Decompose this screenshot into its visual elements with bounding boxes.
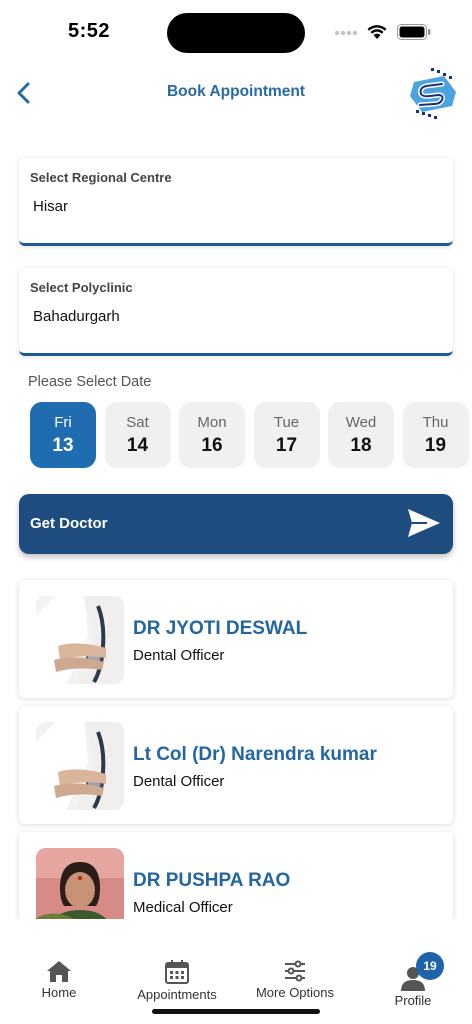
profile-notification-badge: 19	[416, 952, 444, 980]
date-section-label: Please Select Date	[28, 374, 152, 390]
regional-centre-select[interactable]: Select Regional Centre Hisar	[19, 158, 453, 246]
home-icon	[47, 961, 71, 982]
date-chip-thu-19[interactable]: Thu 19	[402, 402, 469, 468]
book-appointment-screen: 5:52 Book Appointment Select Regional Ce…	[0, 0, 472, 1024]
nav-appointments-label: Appointments	[137, 987, 217, 1002]
status-time: 5:52	[68, 20, 111, 42]
nav-home-label: Home	[41, 985, 77, 1000]
get-doctor-button[interactable]: Get Doctor	[19, 494, 453, 554]
cellular-signal-icon	[334, 30, 358, 36]
date-chip-wed-18[interactable]: Wed 18	[328, 402, 394, 468]
doctor-photo	[36, 848, 124, 919]
app-logo	[410, 68, 456, 119]
doctor-name: DR JYOTI DESWAL	[133, 618, 308, 639]
nav-appointments[interactable]: Appointments	[132, 959, 222, 1002]
doctor-list: DR JYOTI DESWAL Dental Officer Lt Col (D…	[0, 572, 472, 919]
doctor-role: Medical Officer	[133, 899, 233, 916]
date-chip-day: 16	[201, 435, 223, 456]
date-chip-day: 14	[126, 435, 149, 456]
doctor-role: Dental Officer	[133, 647, 225, 664]
date-chip-weekday: Tue	[273, 414, 300, 431]
date-chip-weekday: Sat	[126, 414, 149, 431]
doctor-card[interactable]: Lt Col (Dr) Narendra kumar Dental Office…	[19, 706, 453, 824]
date-chip-day: 19	[424, 435, 447, 456]
date-chip-weekday: Fri	[54, 414, 72, 431]
battery-icon	[397, 24, 431, 40]
doctor-photo	[36, 722, 124, 810]
date-chip-fri-13[interactable]: Fri 13	[30, 402, 96, 468]
sliders-icon	[285, 960, 305, 982]
date-chip-tue-17[interactable]: Tue 17	[253, 402, 320, 468]
doctor-card[interactable]: DR PUSHPA RAO Medical Officer	[19, 832, 453, 919]
polyclinic-label: Select Polyclinic	[30, 280, 133, 295]
nav-more-options[interactable]: More Options	[250, 959, 340, 1000]
nav-home[interactable]: Home	[30, 959, 88, 1000]
date-chip-mon-16[interactable]: Mon 16	[179, 402, 245, 468]
get-doctor-label: Get Doctor	[30, 515, 108, 532]
polyclinic-select[interactable]: Select Polyclinic Bahadurgarh	[19, 268, 453, 356]
page-title: Book Appointment	[166, 83, 306, 100]
doctor-card[interactable]: DR JYOTI DESWAL Dental Officer	[19, 580, 453, 698]
header: Book Appointment	[0, 62, 472, 122]
nav-profile-label: Profile	[394, 993, 432, 1008]
date-chip-day: 13	[52, 435, 74, 456]
doctor-role: Dental Officer	[133, 773, 225, 790]
date-selector[interactable]: Fri 13 Sat 14 Mon 16 Tue 17 Wed 18 Thu 1…	[30, 402, 472, 468]
nav-more-options-label: More Options	[255, 985, 335, 1000]
date-chip-weekday: Wed	[345, 414, 377, 431]
doctor-name: Lt Col (Dr) Narendra kumar	[133, 744, 377, 765]
regional-centre-value: Hisar	[33, 198, 69, 215]
calendar-icon	[165, 960, 189, 984]
regional-centre-label: Select Regional Centre	[30, 170, 172, 185]
doctor-photo	[36, 596, 124, 684]
wifi-icon	[367, 25, 387, 39]
date-chip-day: 18	[350, 435, 372, 456]
date-chip-weekday: Thu	[422, 414, 449, 431]
date-chip-day: 17	[275, 435, 298, 456]
date-chip-sat-14[interactable]: Sat 14	[104, 402, 171, 468]
polyclinic-value: Bahadurgarh	[33, 308, 120, 325]
status-bar: 5:52	[0, 0, 472, 60]
send-icon	[408, 509, 440, 537]
doctor-name: DR PUSHPA RAO	[133, 870, 291, 891]
dynamic-island	[167, 13, 305, 53]
date-chip-weekday: Mon	[197, 414, 227, 431]
home-indicator	[152, 1009, 320, 1014]
